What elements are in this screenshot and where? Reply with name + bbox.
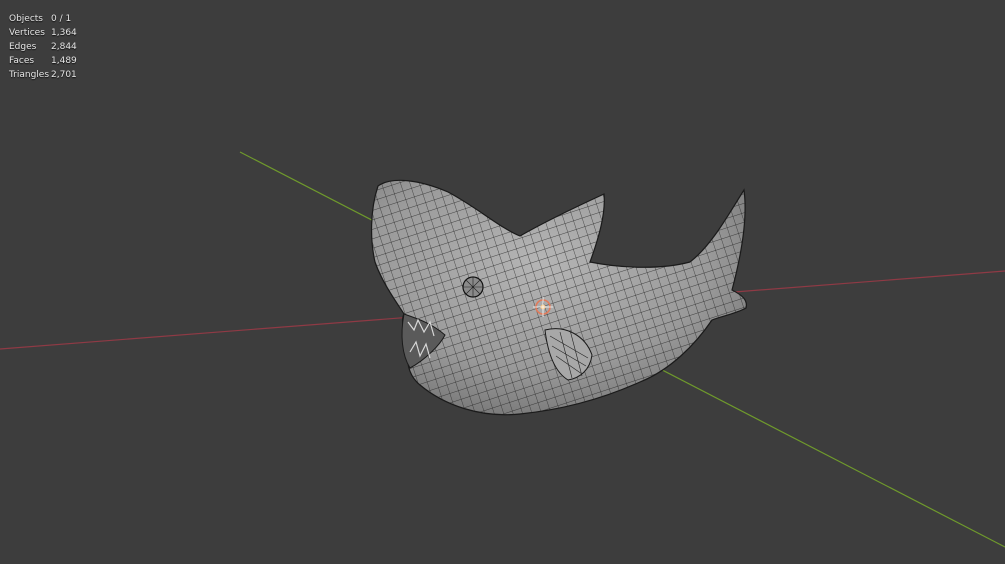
stat-objects: Objects 0 / 1: [9, 12, 77, 26]
stat-triangles: Triangles 2,701: [9, 68, 77, 82]
stat-value: 1,364: [51, 28, 77, 38]
stat-edges: Edges 2,844: [9, 40, 77, 54]
stat-faces: Faces 1,489: [9, 54, 77, 68]
stat-label: Faces: [9, 56, 35, 66]
stat-value: 2,701: [51, 70, 77, 80]
stat-value: 1,489: [51, 56, 77, 66]
stat-vertices: Vertices 1,364: [9, 26, 77, 40]
stat-value: 2,844: [51, 42, 77, 52]
shark-mesh[interactable]: [360, 170, 760, 430]
mesh-wireframe: [371, 180, 747, 415]
viewport-statistics-overlay: Objects 0 / 1 Vertices 1,364 Edges 2,844…: [9, 12, 77, 82]
3d-viewport[interactable]: Objects 0 / 1 Vertices 1,364 Edges 2,844…: [0, 0, 1005, 564]
viewport-scene[interactable]: [0, 0, 1005, 564]
stat-value: 0 / 1: [51, 14, 72, 24]
stat-label: Vertices: [9, 28, 45, 38]
stat-label: Edges: [9, 42, 37, 52]
shark-eye-wire: [463, 277, 483, 297]
stat-label: Objects: [9, 14, 44, 24]
stat-label: Triangles: [9, 70, 50, 80]
